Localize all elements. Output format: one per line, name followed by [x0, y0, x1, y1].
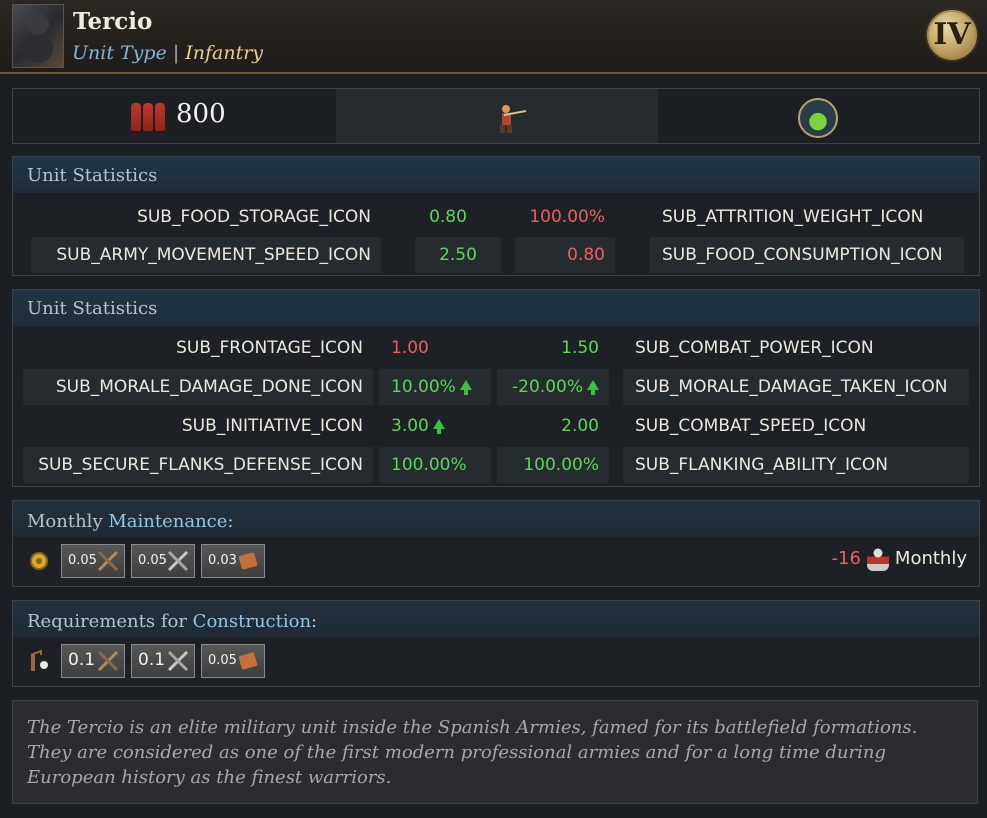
stat-label: SUB_ATTRITION_WEIGHT_ICON [662, 207, 924, 227]
construction-link[interactable]: Construction [193, 611, 311, 632]
stat-label: SUB_FOOD_STORAGE_ICON [137, 207, 371, 227]
stat-value-text: 3.00 [391, 416, 429, 436]
panel-header: Unit Statistics [13, 157, 979, 193]
stat-label: SUB_INITIATIVE_ICON [181, 416, 363, 436]
stat-value: 1.50 [561, 338, 599, 358]
gold-coins-icon [30, 552, 48, 570]
cost-value: 0.05 [208, 653, 237, 668]
stat-value: 1.00 [391, 338, 429, 358]
construction-label-suffix: : [311, 611, 318, 632]
maintenance-label: Monthly Maintenance: [27, 511, 233, 532]
stat-row: SUB_FRONTAGE_ICON 1.00 1.50 SUB_COMBAT_P… [13, 330, 979, 366]
unit-tab[interactable] [336, 89, 658, 143]
workshop-icon [30, 649, 48, 671]
stat-row: SUB_FOOD_STORAGE_ICON 0.80 100.00% SUB_A… [13, 199, 979, 235]
maintenance-link[interactable]: Maintenance [108, 511, 227, 532]
unit-statistics-panel-2: Unit Statistics SUB_FRONTAGE_ICON 1.00 1… [12, 289, 980, 487]
unit-type-value: Infantry [185, 42, 264, 64]
stat-value-text: 10.00% [391, 377, 456, 397]
cost-muskets[interactable]: 0.1 [61, 644, 125, 678]
crossed-swords-icon [167, 650, 189, 672]
summary-strip: 800 [12, 88, 980, 144]
troop-count: 800 [176, 99, 226, 129]
stat-value: 0.80 [429, 207, 467, 227]
unit-header: Tercio Unit Type | Infantry IV [0, 0, 987, 74]
stat-value: 2.50 [415, 237, 501, 273]
cost-leather[interactable]: 0.03 [201, 544, 265, 578]
stat-label: SUB_COMBAT_POWER_ICON [635, 338, 874, 358]
stat-label: SUB_COMBAT_SPEED_ICON [635, 416, 867, 436]
tier-badge: IV [925, 8, 979, 62]
panel-title: Unit Statistics [27, 165, 158, 186]
soldiers-icon [129, 103, 169, 131]
crossed-muskets-icon [97, 550, 119, 572]
cost-value: 0.03 [208, 553, 237, 568]
cost-value: 0.05 [68, 553, 97, 568]
stat-label: SUB_ARMY_MOVEMENT_SPEED_ICON [31, 237, 381, 273]
arrow-up-icon [432, 419, 445, 434]
stat-value: 100.00% [529, 207, 605, 227]
monthly-label: Monthly [894, 548, 967, 569]
panel-header: Monthly Maintenance: [13, 501, 979, 537]
manpower-icon [866, 547, 889, 571]
stat-value: 2.00 [561, 416, 599, 436]
portrait-icon [12, 4, 64, 68]
stat-value: 100.00% [497, 447, 609, 483]
cost-value: 0.1 [138, 650, 166, 670]
troop-count-cell[interactable]: 800 [13, 89, 336, 143]
stat-row: SUB_MORALE_DAMAGE_DONE_ICON 10.00% -20.0… [13, 369, 979, 405]
maintenance-panel: Monthly Maintenance: 0.05 0.05 0.03 -16 M… [12, 500, 980, 587]
arrow-up-icon [459, 380, 472, 395]
stat-label: SUB_MORALE_DAMAGE_DONE_ICON [23, 369, 373, 405]
stat-row: SUB_ARMY_MOVEMENT_SPEED_ICON 2.50 0.80 S… [13, 237, 979, 273]
stat-value: 0.80 [515, 237, 615, 273]
stat-value: -20.00% [497, 369, 609, 405]
maintenance-costs: 0.05 0.05 0.03 -16 Monthly [13, 537, 979, 585]
arrow-up-icon [587, 380, 599, 395]
cost-leather[interactable]: 0.05 [201, 644, 265, 678]
stat-label: SUB_FOOD_CONSUMPTION_ICON [650, 237, 964, 273]
stat-label: SUB_MORALE_DAMAGE_TAKEN_ICON [623, 369, 969, 405]
stat-value: 10.00% [379, 369, 491, 405]
panel-header: Unit Statistics [13, 290, 979, 326]
unit-description: The Tercio is an elite military unit ins… [12, 700, 978, 804]
musketeer-icon [500, 105, 527, 133]
unit-type-label: Unit Type [72, 42, 167, 64]
stat-value-text: -20.00% [512, 377, 583, 397]
construction-label: Requirements for Construction: [27, 611, 317, 632]
stat-label: SUB_SECURE_FLANKS_DEFENSE_ICON [23, 447, 373, 483]
unit-type-separator: | [172, 42, 180, 64]
cost-muskets[interactable]: 0.05 [61, 544, 125, 578]
stat-label: SUB_FRONTAGE_ICON [176, 338, 363, 358]
construction-label-prefix: Requirements for [27, 611, 193, 632]
panel-title: Unit Statistics [27, 298, 158, 319]
tech-tab[interactable] [658, 89, 979, 143]
crossed-swords-icon [167, 550, 189, 572]
cost-swords[interactable]: 0.1 [131, 644, 195, 678]
unit-statistics-panel-1: Unit Statistics SUB_FOOD_STORAGE_ICON 0.… [12, 156, 980, 276]
flask-icon [798, 98, 838, 138]
stat-value: 3.00 [379, 408, 491, 444]
maintenance-label-prefix: Monthly [27, 511, 109, 532]
construction-costs: 0.1 0.1 0.05 [13, 637, 979, 685]
cost-value: 0.1 [68, 650, 96, 670]
cost-swords[interactable]: 0.05 [131, 544, 195, 578]
monthly-manpower: -16 Monthly [832, 547, 967, 571]
stat-value: 100.00% [379, 447, 491, 483]
monthly-value: -16 [831, 548, 861, 569]
unit-subtitle: Unit Type | Infantry [72, 42, 263, 64]
stat-row: SUB_SECURE_FLANKS_DEFENSE_ICON 100.00% 1… [13, 447, 979, 483]
leather-icon [238, 652, 258, 670]
stat-row: SUB_INITIATIVE_ICON 3.00 2.00 SUB_COMBAT… [13, 408, 979, 444]
cost-value: 0.05 [138, 553, 167, 568]
construction-panel: Requirements for Construction: 0.1 0.1 0… [12, 600, 980, 687]
maintenance-label-suffix: : [227, 511, 234, 532]
crossed-muskets-icon [97, 650, 119, 672]
leather-icon [238, 552, 258, 570]
panel-header: Requirements for Construction: [13, 601, 979, 637]
unit-title: Tercio [73, 8, 153, 35]
stat-label: SUB_FLANKING_ABILITY_ICON [623, 447, 969, 483]
